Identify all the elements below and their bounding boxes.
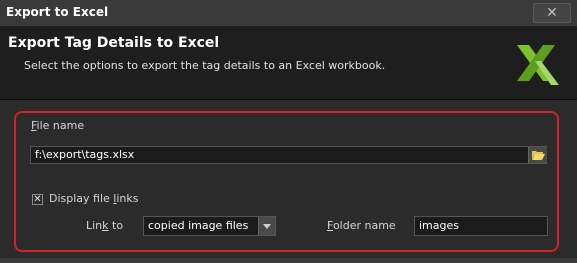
folder-open-icon (531, 151, 545, 160)
display-file-links-label[interactable]: Display file links (49, 192, 139, 205)
export-options-group: File name f:\export\tags.xlsx ✕ Display … (14, 111, 559, 252)
file-name-input[interactable]: f:\export\tags.xlsx (30, 146, 547, 164)
close-button[interactable]: ✕ (533, 3, 571, 23)
header-title: Export Tag Details to Excel (8, 35, 220, 51)
file-name-label: File name (31, 119, 85, 132)
browse-button[interactable] (528, 147, 547, 163)
close-icon: ✕ (546, 5, 558, 21)
file-name-value: f:\export\tags.xlsx (35, 148, 135, 161)
window-title: Export to Excel (6, 5, 109, 19)
folder-name-value: images (419, 219, 459, 232)
folder-name-label: Folder name (327, 219, 396, 232)
folder-name-input[interactable]: images (414, 216, 548, 236)
dropdown-button[interactable] (258, 217, 275, 235)
display-file-links-checkbox[interactable]: ✕ (32, 194, 43, 205)
dropdown-arrow-icon (263, 223, 271, 229)
dialog-footer (0, 258, 577, 263)
header-description: Select the options to export the tag det… (24, 59, 386, 72)
link-to-selected-value: copied image files (148, 219, 249, 232)
link-to-select[interactable]: copied image files (143, 216, 276, 236)
title-bar: Export to Excel ✕ (0, 0, 577, 27)
excel-x-icon (517, 45, 559, 85)
link-to-label: Link to (86, 219, 124, 232)
dialog-header: Export Tag Details to Excel Select the o… (0, 27, 577, 100)
